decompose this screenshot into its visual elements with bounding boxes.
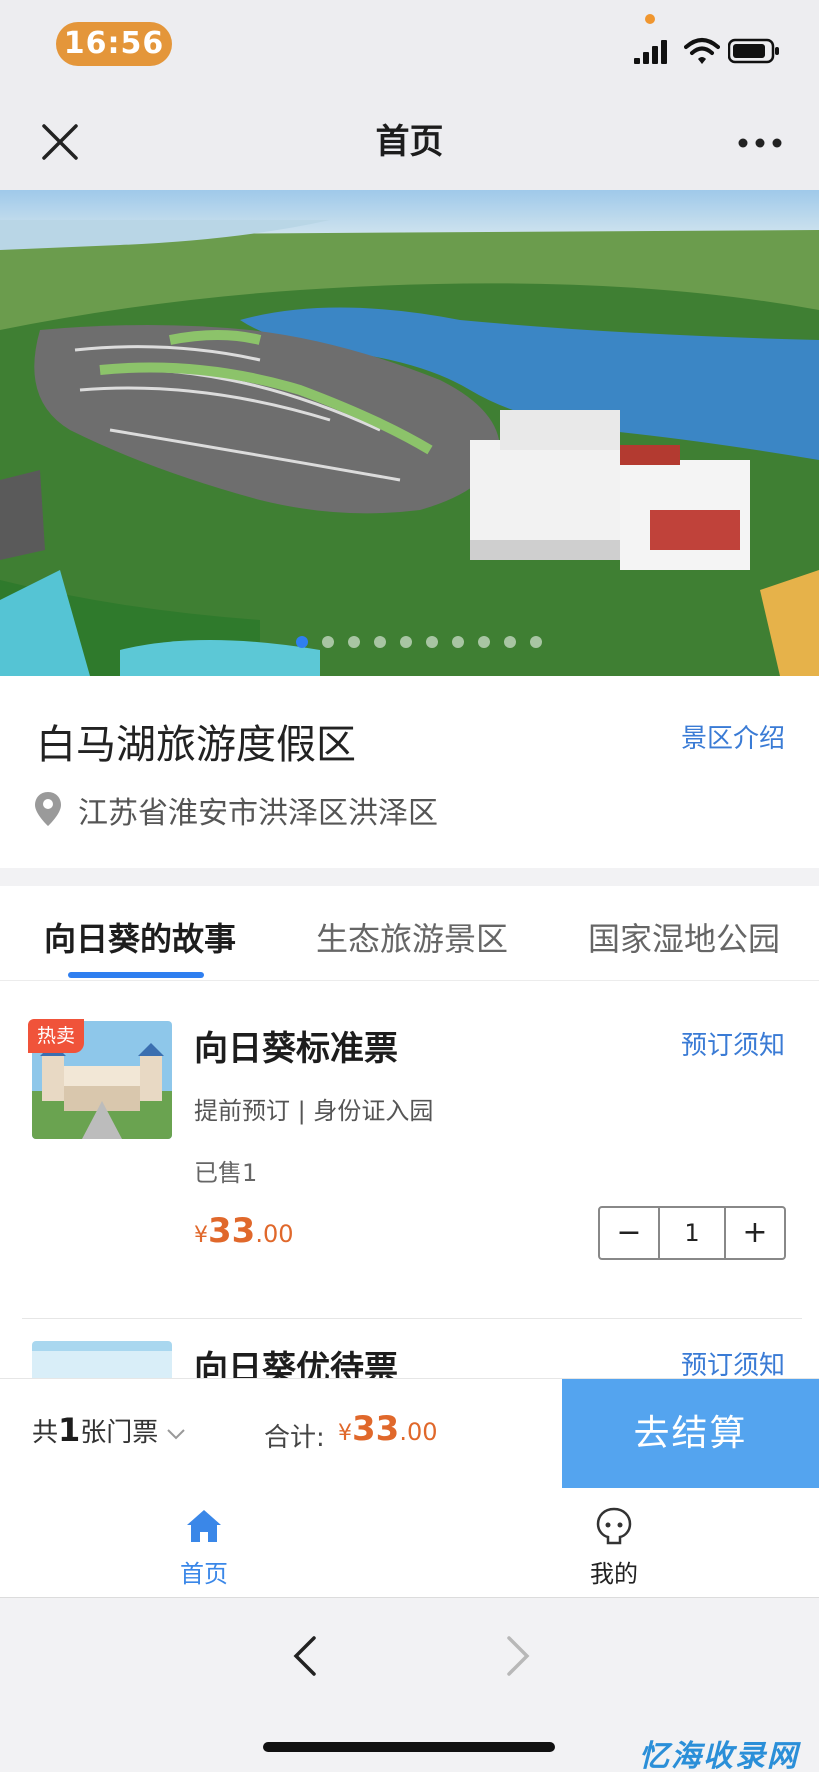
recording-indicator	[645, 14, 655, 24]
quantity-stepper: − 1 +	[598, 1206, 786, 1260]
battery-icon	[728, 38, 779, 64]
home-icon	[187, 1510, 221, 1542]
scenic-intro-link[interactable]: 景区介绍	[681, 718, 785, 755]
ticket-item: 向日葵优待票 预订须知	[0, 1319, 819, 1381]
carousel-dot[interactable]	[452, 636, 464, 648]
carousel-dot[interactable]	[530, 636, 542, 648]
tabbar-label: 我的	[590, 1560, 638, 1588]
watermark: 忆海收录网	[639, 1739, 799, 1772]
quantity-value[interactable]: 1	[658, 1208, 726, 1258]
carousel-indicator[interactable]	[296, 636, 542, 648]
ticket-count-summary[interactable]: 共1张门票	[32, 1411, 158, 1449]
total-price: ¥33.00	[338, 1409, 438, 1449]
checkout-button[interactable]: 去结算	[562, 1379, 819, 1489]
checkout-bar: 共1张门票 合计: ¥33.00 去结算	[0, 1378, 819, 1489]
carousel-dot[interactable]	[400, 636, 412, 648]
more-options-icon[interactable]	[735, 125, 785, 161]
count-prefix: 共	[32, 1418, 59, 1448]
profile-icon	[596, 1507, 632, 1545]
ticket-item: 热卖 向日葵标准票 预订须知 提前预订 | 身份证入园 已售1 ¥33.00 −…	[0, 981, 819, 1321]
ticket-tags: 提前预订 | 身份证入园	[194, 1097, 434, 1125]
category-tabs: 向日葵的故事 生态旅游景区 国家湿地公园	[0, 886, 819, 981]
currency-symbol: ¥	[338, 1421, 352, 1446]
ticket-price: ¥33.00	[194, 1211, 294, 1251]
price-integer: 33	[352, 1409, 400, 1449]
tab-sunflower-story[interactable]: 向日葵的故事	[44, 914, 236, 960]
cellular-signal-icon	[634, 40, 667, 64]
price-decimal: .00	[399, 1418, 438, 1446]
carousel-dot[interactable]	[322, 636, 334, 648]
booking-notice-link[interactable]: 预订须知	[681, 1025, 785, 1062]
bottom-tab-bar: 首页 我的	[0, 1488, 819, 1598]
price-decimal: .00	[255, 1220, 294, 1248]
hot-sale-badge: 热卖	[28, 1019, 84, 1053]
hero-image	[0, 190, 819, 676]
wifi-icon	[684, 38, 720, 64]
status-bar: 16:56	[0, 0, 819, 95]
back-arrow-icon[interactable]	[290, 1634, 318, 1678]
status-time: 16:56	[56, 22, 172, 66]
page-title: 首页	[375, 122, 444, 162]
total-label: 合计:	[264, 1423, 325, 1453]
hero-banner[interactable]	[0, 190, 819, 676]
nav-bar: 首页	[0, 95, 819, 190]
tab-eco-tourism[interactable]: 生态旅游景区	[316, 914, 508, 960]
browser-toolbar: 忆海收录网	[0, 1598, 819, 1772]
tabbar-item-home[interactable]: 首页	[104, 1488, 304, 1598]
carousel-dot[interactable]	[296, 636, 308, 648]
chevron-down-icon[interactable]	[166, 1427, 186, 1441]
carousel-dot[interactable]	[374, 636, 386, 648]
currency-symbol: ¥	[194, 1223, 208, 1248]
ticket-count: 1	[58, 1411, 81, 1449]
tabbar-item-profile[interactable]: 我的	[514, 1488, 714, 1598]
scenic-info-card: 白马湖旅游度假区 景区介绍 江苏省淮安市洪泽区洪泽区	[0, 676, 819, 868]
ticket-list: 热卖 向日葵标准票 预订须知 提前预订 | 身份证入园 已售1 ¥33.00 −…	[0, 981, 819, 1381]
scenic-name: 白马湖旅游度假区	[36, 722, 356, 768]
tab-wetland-park[interactable]: 国家湿地公园	[588, 914, 780, 960]
ticket-title: 向日葵优待票	[194, 1349, 398, 1381]
ticket-thumbnail[interactable]	[32, 1341, 172, 1381]
decrease-button[interactable]: −	[600, 1208, 658, 1258]
carousel-dot[interactable]	[478, 636, 490, 648]
booking-notice-link[interactable]: 预订须知	[681, 1345, 785, 1381]
carousel-dot[interactable]	[426, 636, 438, 648]
ticket-title: 向日葵标准票	[194, 1029, 398, 1069]
location-pin-icon	[35, 792, 61, 826]
count-suffix: 张门票	[80, 1418, 159, 1448]
tab-active-indicator	[68, 972, 204, 978]
forward-arrow-icon[interactable]	[505, 1634, 533, 1678]
increase-button[interactable]: +	[726, 1208, 784, 1258]
home-indicator[interactable]	[263, 1742, 555, 1752]
tabbar-label: 首页	[180, 1560, 228, 1588]
price-integer: 33	[208, 1211, 256, 1251]
carousel-dot[interactable]	[504, 636, 516, 648]
ticket-sold-count: 已售1	[194, 1159, 258, 1187]
carousel-dot[interactable]	[348, 636, 360, 648]
scenic-address: 江苏省淮安市洪泽区洪泽区	[78, 796, 438, 831]
